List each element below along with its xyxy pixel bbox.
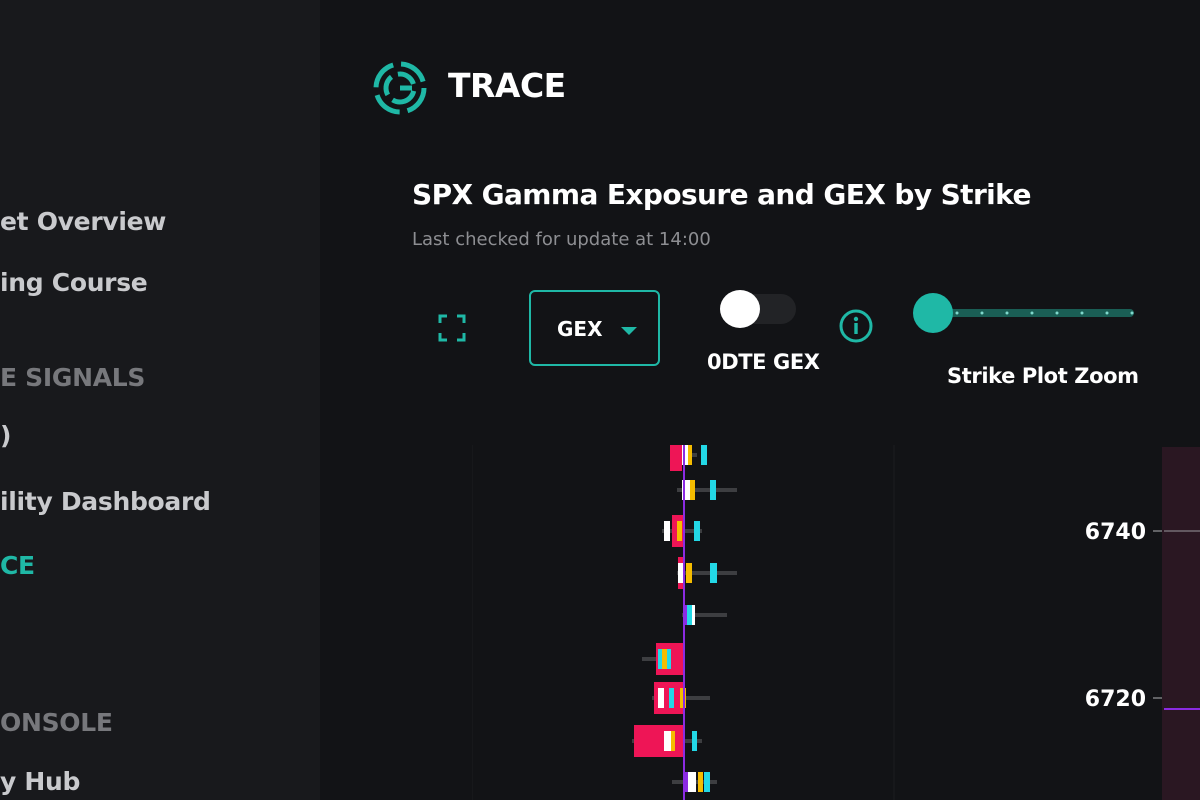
yellow-gex-mark (698, 772, 703, 792)
white-gex-mark (658, 688, 664, 708)
white-gex-mark (664, 731, 672, 751)
gex-select-value: GEX (557, 317, 603, 341)
odte-gex-toggle[interactable] (720, 290, 798, 328)
sidebar-item-hub[interactable]: y Hub (0, 767, 80, 796)
cyan-gex-mark (704, 772, 710, 792)
sidebar-section-console: ONSOLE (0, 708, 113, 737)
gex-by-strike-chart: 6740 6720 (472, 445, 1200, 800)
yellow-gex-mark (671, 731, 675, 751)
page-title: SPX Gamma Exposure and GEX by Strike (412, 178, 1031, 211)
gex-type-select[interactable]: GEX (529, 290, 660, 366)
brand-name: TRACE (448, 66, 566, 105)
cyan-gex-mark (710, 480, 716, 500)
cyan-gex-mark (667, 649, 671, 669)
sidebar: et Overview ing Course E SIGNALS ) ility… (0, 0, 320, 800)
fullscreen-icon[interactable] (438, 314, 466, 342)
info-icon[interactable] (838, 308, 874, 344)
cyan-gex-mark (701, 445, 707, 465)
odte-gex-label: 0DTE GEX (707, 350, 820, 374)
toggle-knob (720, 290, 760, 328)
cyan-gex-mark (669, 688, 674, 708)
white-gex-mark (664, 521, 670, 541)
yellow-gex-mark (688, 445, 692, 465)
main-content: TRACE SPX Gamma Exposure and GEX by Stri… (320, 0, 1200, 800)
yellow-gex-mark (690, 480, 695, 500)
yellow-gex-mark (662, 649, 667, 669)
cyan-gex-mark (658, 649, 662, 669)
sidebar-item-market-overview[interactable]: et Overview (0, 207, 166, 236)
strike-zoom-slider[interactable] (912, 292, 1138, 334)
y-tick-label: 6720 (1085, 687, 1146, 712)
last-checked-text: Last checked for update at 14:00 (412, 229, 711, 250)
white-gex-mark (688, 772, 696, 792)
yellow-gex-mark (686, 563, 692, 583)
sidebar-item-truncated[interactable]: ) (0, 421, 11, 450)
yellow-gex-mark (677, 521, 682, 541)
sidebar-item-trading-course[interactable]: ing Course (0, 268, 148, 297)
y-tick-label: 6740 (1085, 520, 1146, 545)
slider-handle (913, 293, 953, 333)
strike-zoom-label: Strike Plot Zoom (947, 364, 1139, 388)
cyan-gex-mark (710, 563, 717, 583)
sidebar-item-trace[interactable]: CE (0, 551, 35, 580)
sidebar-section-signals: E SIGNALS (0, 363, 146, 392)
sidebar-item-volatility-dashboard[interactable]: ility Dashboard (0, 487, 211, 516)
cyan-gex-mark (692, 731, 697, 751)
cyan-gex-mark (694, 521, 700, 541)
negative-gex-bar (670, 445, 682, 471)
trace-logo-icon (373, 61, 427, 115)
white-gex-mark (692, 605, 695, 625)
caret-down-icon (621, 327, 637, 335)
negative-gex-bar (634, 725, 684, 757)
